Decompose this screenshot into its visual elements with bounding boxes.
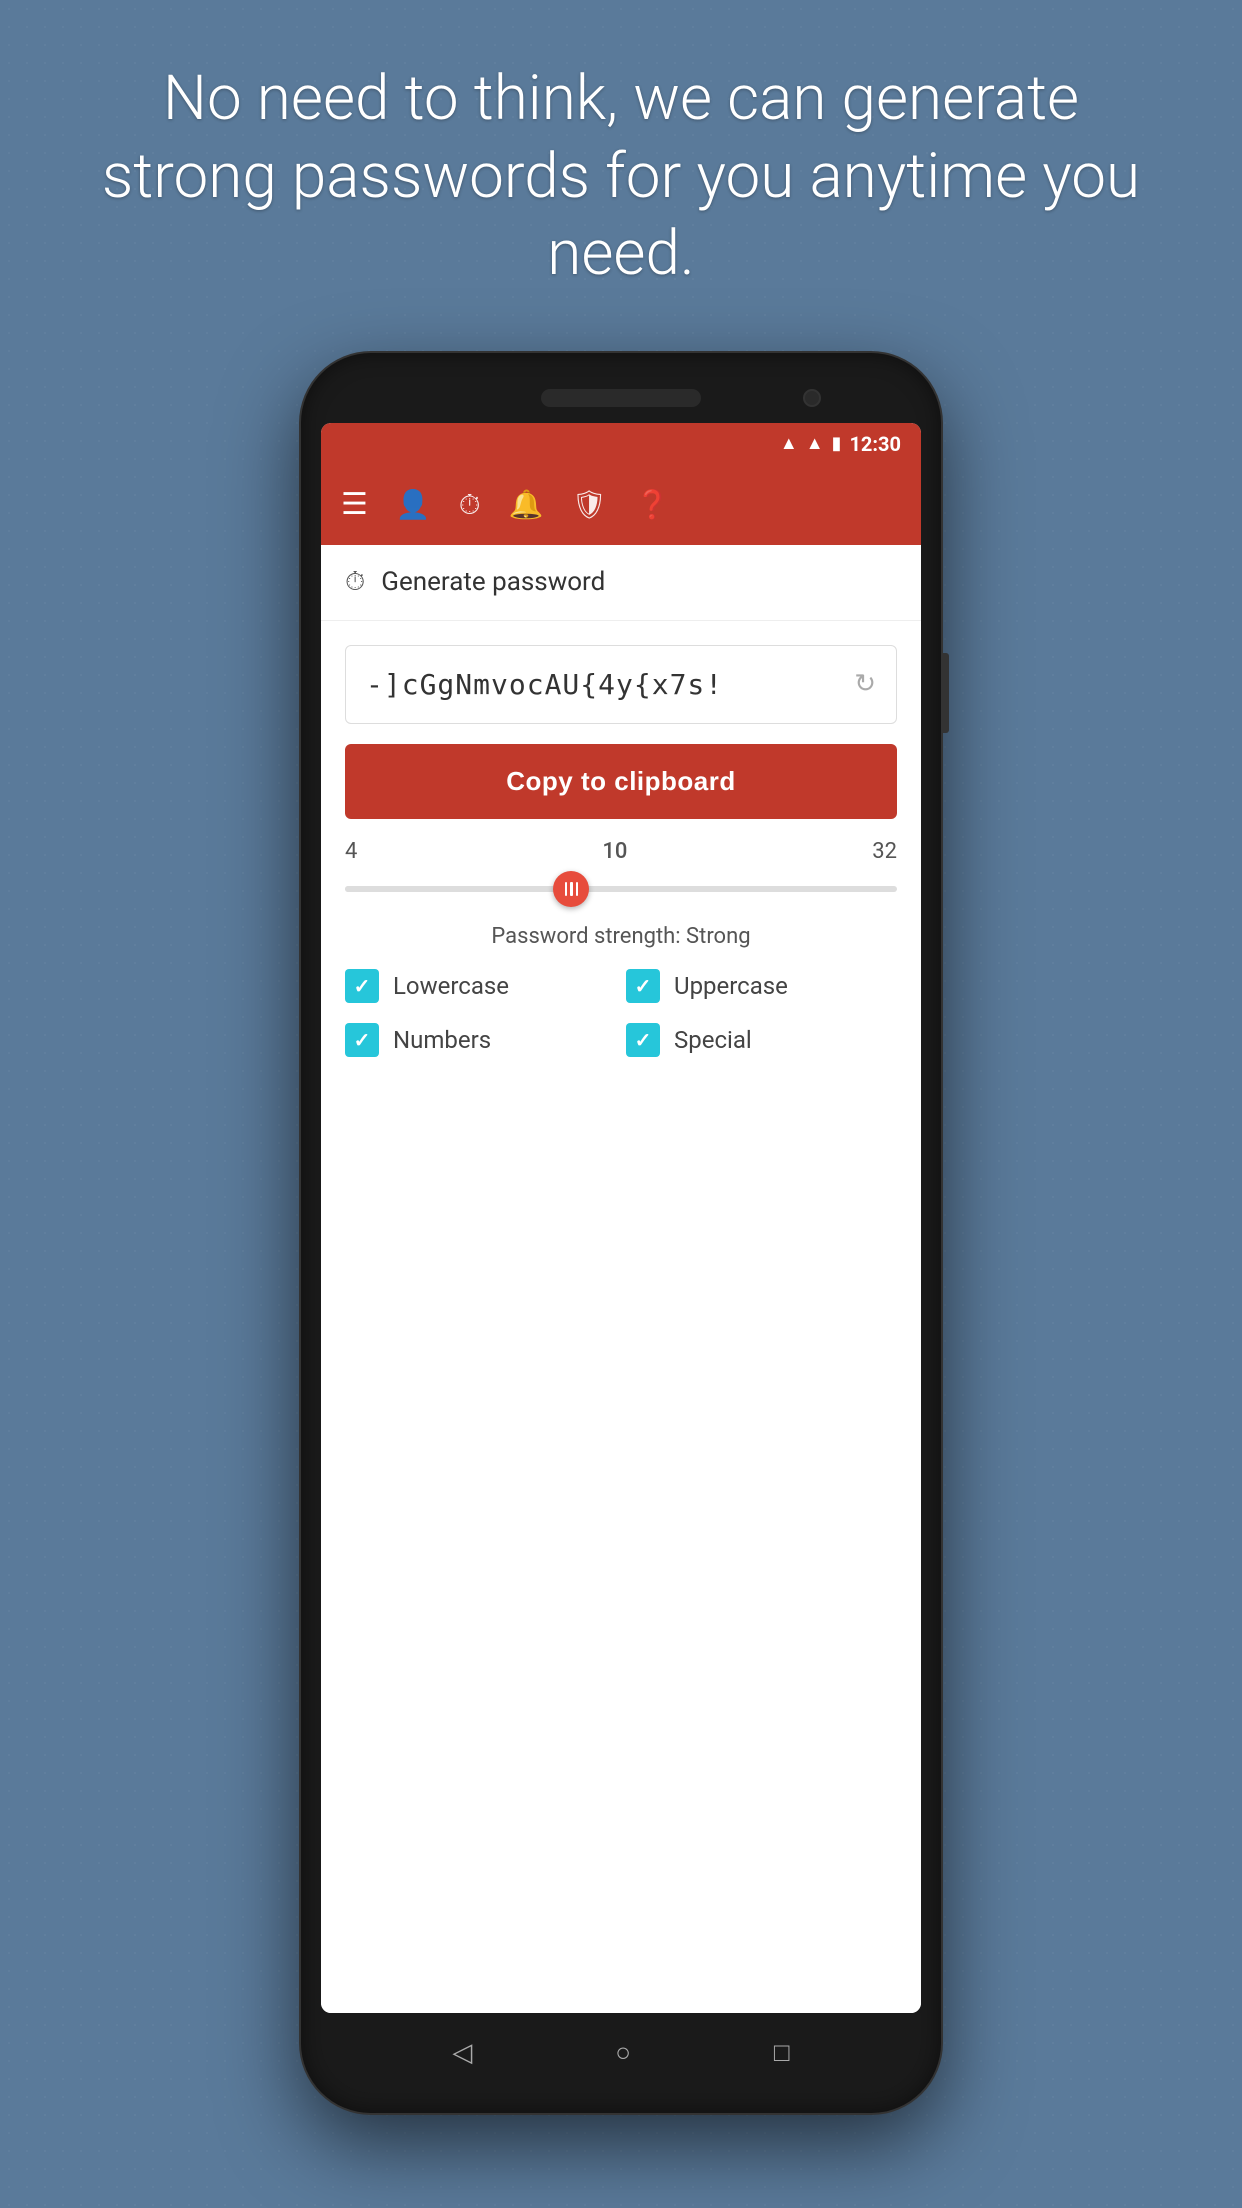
checkbox-numbers-check: ✓ [354, 1028, 371, 1052]
checkbox-numbers-box: ✓ [345, 1023, 379, 1057]
checkbox-lowercase-label: Lowercase [393, 972, 509, 1000]
slider-thumb[interactable] [553, 871, 589, 907]
nav-recent-button[interactable]: □ [774, 2037, 790, 2068]
checkbox-uppercase-check: ✓ [635, 974, 652, 998]
copy-to-clipboard-button[interactable]: Copy to clipboard [345, 744, 897, 819]
checkbox-lowercase-check: ✓ [354, 974, 371, 998]
app-content: -]cGgNmvocAU{4y{x7s! ↻ Copy to clipboard… [321, 621, 921, 2013]
password-value: -]cGgNmvocAU{4y{x7s! [366, 668, 723, 701]
phone-screen: ▲ ▲ ▮ 12:30 ☰ 👤 ⏱ 🔔 🛡 ❓ ⏱ Generate passw… [321, 423, 921, 2013]
phone-frame: ▲ ▲ ▮ 12:30 ☰ 👤 ⏱ 🔔 🛡 ❓ ⏱ Generate passw… [301, 353, 941, 2113]
refresh-icon[interactable]: ↻ [854, 669, 876, 699]
section-header: ⏱ Generate password [321, 545, 921, 621]
status-icons: ▲ ▲ ▮ 12:30 [780, 432, 901, 456]
checkbox-special-check: ✓ [635, 1028, 652, 1052]
checkbox-lowercase[interactable]: ✓ Lowercase [345, 969, 616, 1003]
checkbox-special[interactable]: ✓ Special [626, 1023, 897, 1057]
slider-min-label: 4 [345, 839, 357, 864]
menu-icon[interactable]: ☰ [341, 487, 368, 522]
nav-home-button[interactable]: ○ [615, 2037, 631, 2068]
slider-fill [345, 886, 577, 892]
password-display-box: -]cGgNmvocAU{4y{x7s! ↻ [345, 645, 897, 724]
checkbox-special-label: Special [674, 1026, 752, 1054]
app-toolbar: ☰ 👤 ⏱ 🔔 🛡 ❓ [321, 465, 921, 545]
checkbox-lowercase-box: ✓ [345, 969, 379, 1003]
battery-icon: ▮ [832, 433, 842, 454]
section-title: Generate password [381, 567, 605, 597]
help-icon[interactable]: ❓ [635, 488, 670, 521]
timer-icon[interactable]: ⏱ [459, 488, 481, 522]
section-icon: ⏱ [345, 567, 365, 598]
checkbox-numbers-label: Numbers [393, 1026, 491, 1054]
checkbox-special-box: ✓ [626, 1023, 660, 1057]
slider-section: 4 10 32 [345, 839, 897, 904]
nav-back-button[interactable]: ◁ [452, 2038, 472, 2068]
time-display: 12:30 [849, 432, 901, 456]
checkbox-uppercase-label: Uppercase [674, 972, 788, 1000]
checkbox-uppercase-box: ✓ [626, 969, 660, 1003]
slider-track-container[interactable] [345, 874, 897, 904]
checkbox-uppercase[interactable]: ✓ Uppercase [626, 969, 897, 1003]
slider-labels: 4 10 32 [345, 839, 897, 864]
slider-track [345, 886, 897, 892]
signal-icon: ▲ [806, 433, 824, 454]
checkbox-grid: ✓ Lowercase ✓ Uppercase ✓ [345, 969, 897, 1057]
person-icon[interactable]: 👤 [396, 488, 431, 521]
slider-current-value: 10 [602, 839, 627, 864]
strength-text: Password strength: Strong [345, 924, 897, 949]
shield-icon[interactable]: 🛡 [572, 488, 608, 521]
status-bar: ▲ ▲ ▮ 12:30 [321, 423, 921, 465]
alarm-icon[interactable]: 🔔 [509, 488, 544, 521]
slider-max-label: 32 [872, 839, 897, 864]
hero-text: No need to think, we can generate strong… [0, 0, 1242, 333]
slider-thumb-icon [565, 882, 579, 896]
phone-bottom-bar: ◁ ○ □ [321, 2013, 921, 2093]
phone-top-bar [321, 373, 921, 423]
checkbox-numbers[interactable]: ✓ Numbers [345, 1023, 616, 1057]
phone-speaker [541, 389, 701, 407]
wifi-icon: ▲ [780, 433, 798, 454]
phone-side-button [943, 653, 949, 733]
phone-camera [803, 389, 821, 407]
